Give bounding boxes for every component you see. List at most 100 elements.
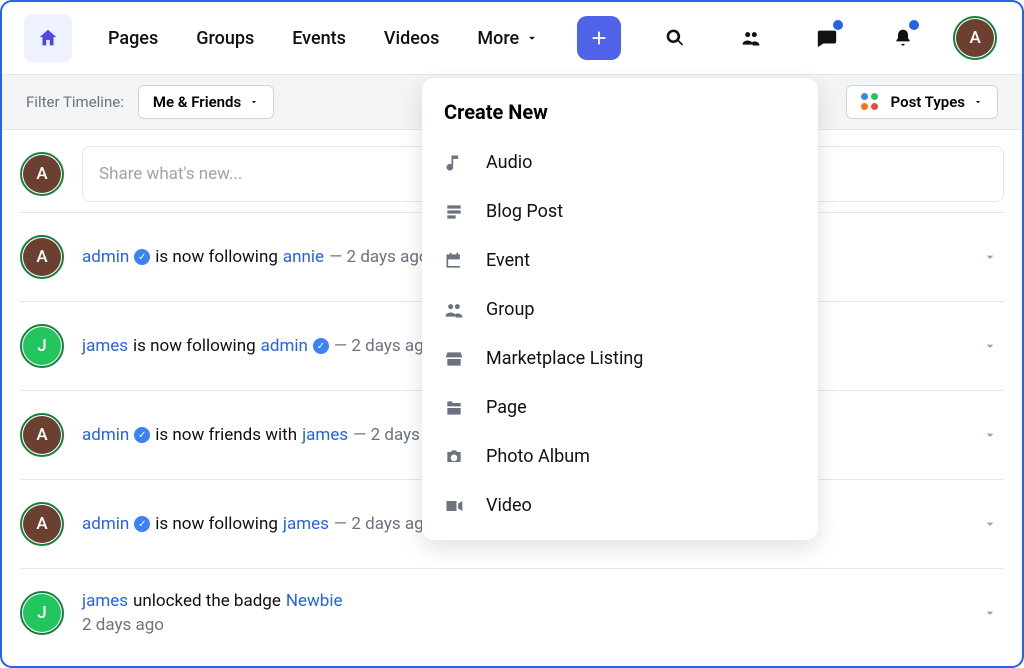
create-menu-title: Create New xyxy=(422,96,818,138)
search-icon xyxy=(665,28,685,48)
badge-link[interactable]: Newbie xyxy=(286,591,343,611)
nav-pages[interactable]: Pages xyxy=(108,28,158,49)
actor-link[interactable]: admin xyxy=(82,514,129,534)
feed-text: admin✓is now friends withjames— 2 days a… xyxy=(82,425,453,445)
feed-item-menu[interactable] xyxy=(982,516,998,532)
feed-verb: is now following xyxy=(155,514,278,534)
nav-links: Pages Groups Events Videos More xyxy=(108,28,539,49)
actor-link[interactable]: admin xyxy=(82,425,129,445)
target-link[interactable]: admin xyxy=(261,336,308,356)
feed-avatar[interactable]: A xyxy=(20,235,64,279)
create-menu-item-market[interactable]: Marketplace Listing xyxy=(422,334,818,383)
create-menu-item-video[interactable]: Video xyxy=(422,481,818,530)
feed-verb: is now following xyxy=(133,336,256,356)
menu-item-label: Event xyxy=(486,250,530,271)
menu-item-label: Video xyxy=(486,495,532,516)
nav-more[interactable]: More xyxy=(477,28,539,49)
audio-icon xyxy=(444,153,464,173)
feed-avatar[interactable]: J xyxy=(20,324,64,368)
create-menu-item-blog[interactable]: Blog Post xyxy=(422,187,818,236)
feed-time: — 2 days ago xyxy=(334,336,434,356)
people-icon xyxy=(739,28,763,48)
page-icon xyxy=(444,398,464,418)
home-button[interactable] xyxy=(24,14,72,62)
target-link[interactable]: james xyxy=(283,514,329,534)
create-menu-item-page[interactable]: Page xyxy=(422,383,818,432)
feed-avatar[interactable]: J xyxy=(20,591,64,635)
chevron-down-icon xyxy=(982,605,998,621)
actor-link[interactable]: admin xyxy=(82,247,129,267)
verified-badge-icon: ✓ xyxy=(313,338,329,354)
feed-time: — 2 days ago xyxy=(329,247,429,267)
group-icon xyxy=(444,300,464,320)
bell-icon xyxy=(893,27,913,49)
home-icon xyxy=(37,27,59,49)
avatar: A xyxy=(23,416,61,454)
notifications-button[interactable] xyxy=(881,16,925,60)
feed-item-menu[interactable] xyxy=(982,338,998,354)
nav-more-label: More xyxy=(477,28,519,49)
feed-item-menu[interactable] xyxy=(982,249,998,265)
post-types-dropdown[interactable]: Post Types xyxy=(846,85,998,119)
target-link[interactable]: annie xyxy=(283,247,324,267)
menu-item-label: Group xyxy=(486,299,534,320)
feed-avatar[interactable]: A xyxy=(20,413,64,457)
menu-item-label: Photo Album xyxy=(486,446,590,467)
feed-item-menu[interactable] xyxy=(982,427,998,443)
chevron-down-icon xyxy=(982,249,998,265)
create-menu-item-group[interactable]: Group xyxy=(422,285,818,334)
verified-badge-icon: ✓ xyxy=(134,427,150,443)
feed-avatar[interactable]: A xyxy=(20,502,64,546)
avatar: A xyxy=(23,155,61,193)
create-menu-item-photo[interactable]: Photo Album xyxy=(422,432,818,481)
event-icon xyxy=(444,251,464,271)
actor-link[interactable]: james xyxy=(82,591,128,611)
notification-dot xyxy=(909,20,919,30)
search-button[interactable] xyxy=(653,16,697,60)
top-nav: Pages Groups Events Videos More A xyxy=(2,2,1022,74)
feed-time: — 2 days ago xyxy=(334,514,434,534)
compose-avatar[interactable]: A xyxy=(20,152,64,196)
chevron-down-icon xyxy=(982,338,998,354)
create-new-button[interactable] xyxy=(577,16,621,60)
chevron-down-icon xyxy=(982,516,998,532)
nav-groups[interactable]: Groups xyxy=(196,28,254,49)
create-new-menu: Create New Audio Blog Post Event Group Marke… xyxy=(422,78,818,540)
chat-icon xyxy=(816,27,838,49)
target-link[interactable]: james xyxy=(302,425,348,445)
feed-time: 2 days ago xyxy=(82,615,164,635)
caret-down-icon xyxy=(973,97,983,107)
plus-icon xyxy=(588,27,610,49)
feed-text: admin✓is now followingannie— 2 days ago xyxy=(82,247,429,267)
filter-dropdown[interactable]: Me & Friends xyxy=(138,85,274,119)
menu-item-label: Audio xyxy=(486,152,532,173)
video-icon xyxy=(444,496,464,516)
filter-label: Filter Timeline: xyxy=(26,93,124,111)
friends-button[interactable] xyxy=(729,16,773,60)
feed-item: Jjamesunlocked the badgeNewbie2 days ago xyxy=(20,568,1004,657)
feed-verb: is now friends with xyxy=(155,425,297,445)
feed-item-menu[interactable] xyxy=(982,605,998,621)
nav-events[interactable]: Events xyxy=(292,28,346,49)
create-menu-item-event[interactable]: Event xyxy=(422,236,818,285)
market-icon xyxy=(444,349,464,369)
photo-icon xyxy=(444,447,464,467)
verified-badge-icon: ✓ xyxy=(134,249,150,265)
actor-link[interactable]: james xyxy=(82,336,128,356)
chevron-down-icon xyxy=(982,427,998,443)
messages-button[interactable] xyxy=(805,16,849,60)
notification-dot xyxy=(833,20,843,30)
filter-selected: Me & Friends xyxy=(153,93,241,111)
post-types-label: Post Types xyxy=(891,93,965,111)
menu-item-label: Blog Post xyxy=(486,201,563,222)
profile-avatar-button[interactable]: A xyxy=(953,16,997,60)
avatar: J xyxy=(23,327,61,365)
menu-item-label: Marketplace Listing xyxy=(486,348,643,369)
avatar: J xyxy=(23,594,61,632)
caret-down-icon xyxy=(249,97,259,107)
feed-text: admin✓is now followingjames— 2 days ago xyxy=(82,514,433,534)
nav-videos[interactable]: Videos xyxy=(384,28,439,49)
create-menu-item-audio[interactable]: Audio xyxy=(422,138,818,187)
avatar: A xyxy=(23,505,61,543)
avatar: A xyxy=(23,238,61,276)
